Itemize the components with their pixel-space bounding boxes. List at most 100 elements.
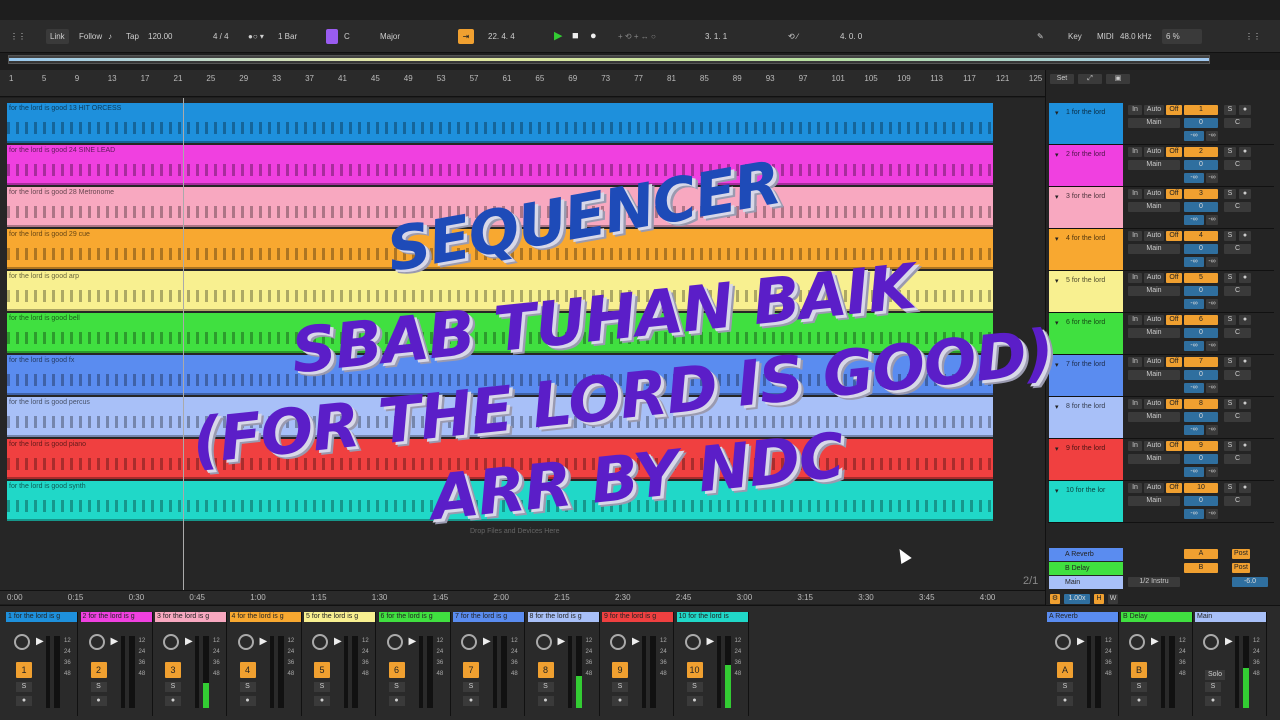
track-fold-icon[interactable]: ▾	[1055, 361, 1059, 369]
channel-play-icon[interactable]: ▶	[36, 636, 44, 647]
channel-arm-button[interactable]: ●	[686, 696, 703, 706]
crossfade-button[interactable]: C	[1224, 286, 1251, 296]
volume-fader[interactable]	[344, 636, 348, 708]
key-map-button[interactable]: Key	[1068, 29, 1082, 44]
arm-button[interactable]: ●	[1239, 399, 1251, 409]
crossfade-button[interactable]: C	[1224, 496, 1251, 506]
mixer-channel-strip[interactable]: 8 for the lord is g ▶ 8 S ● 12 24 36 48	[527, 612, 600, 716]
off-button[interactable]: Off	[1166, 273, 1182, 283]
arm-button[interactable]: ●	[1239, 231, 1251, 241]
channel-activator-button[interactable]: 8	[537, 662, 554, 678]
crossfade-button[interactable]: C	[1224, 160, 1251, 170]
return-track-header[interactable]: A Reverb A Post	[1048, 548, 1274, 562]
output-select[interactable]: Main	[1128, 496, 1180, 506]
pan-field[interactable]: 0	[1184, 244, 1218, 254]
track-header[interactable]: ▾ 6 for the lord In Auto Off 6 S ● Main -∞ 0 C -∞	[1048, 313, 1274, 355]
off-button[interactable]: Off	[1166, 147, 1182, 157]
channel-arm-button[interactable]: ●	[537, 696, 554, 706]
track-number-button[interactable]: 4	[1184, 231, 1218, 241]
pan-knob[interactable]	[312, 634, 328, 650]
off-button[interactable]: Off	[1166, 231, 1182, 241]
channel-activator-button[interactable]: B	[1131, 662, 1147, 678]
mixer-channel-strip[interactable]: 2 for the lord is g ▶ 2 S ● 12 24 36 48	[80, 612, 153, 716]
play-button[interactable]: ▶	[554, 29, 562, 44]
pan-knob[interactable]	[535, 634, 552, 650]
auto-button[interactable]: Auto	[1144, 105, 1164, 115]
mixer-channel-strip[interactable]: 3 for the lord is g ▶ 3 S ● 12 24 36 48	[155, 612, 227, 716]
output-select[interactable]: Main	[1128, 286, 1180, 296]
arm-button[interactable]: ●	[1239, 483, 1251, 493]
volume-fader[interactable]	[195, 636, 199, 708]
off-button[interactable]: Off	[1166, 315, 1182, 325]
arrangement-clip[interactable]: for the lord is good 13 HIT ORCESS	[7, 103, 993, 143]
track-fold-icon[interactable]: ▾	[1055, 403, 1059, 411]
set-button[interactable]: Set	[1050, 74, 1074, 84]
channel-activator-button[interactable]: 3	[165, 662, 181, 678]
channel-arm-button[interactable]: ●	[165, 696, 181, 706]
pan-knob[interactable]	[1203, 634, 1219, 650]
track-fold-icon[interactable]: ▾	[1055, 151, 1059, 159]
solo-button[interactable]: S	[1224, 483, 1236, 493]
volume-fader[interactable]	[1235, 636, 1239, 708]
solo-button[interactable]: S	[1224, 189, 1236, 199]
key-select[interactable]: C	[344, 29, 350, 44]
send-field[interactable]: -∞	[1206, 257, 1218, 267]
quantization-select[interactable]: 1 Bar	[278, 29, 297, 44]
overview-bar[interactable]	[8, 55, 1210, 64]
beat-ruler[interactable]: 1 5 9 13 17 21 25 29 33 37 41 45 49 53 57 61 65 69 73 77 81 8…	[0, 70, 1045, 97]
crossfade-button[interactable]: C	[1224, 370, 1251, 380]
arm-button[interactable]: ●	[1239, 273, 1251, 283]
channel-solo-button[interactable]: S	[314, 682, 330, 692]
channel-arm-button[interactable]: ●	[612, 696, 628, 706]
volume-fader[interactable]	[567, 636, 572, 708]
solo-button[interactable]: S	[1224, 399, 1236, 409]
auto-button[interactable]: Auto	[1144, 315, 1164, 325]
arrangement-icon[interactable]: ⇥	[458, 29, 474, 44]
pan-knob[interactable]	[610, 634, 626, 650]
channel-arm-button[interactable]: ●	[239, 696, 256, 706]
in-button[interactable]: In	[1128, 441, 1142, 451]
solo-button[interactable]: S	[1224, 315, 1236, 325]
solo-button[interactable]: S	[1224, 441, 1236, 451]
output-select[interactable]: Main	[1128, 370, 1180, 380]
arm-button[interactable]: ●	[1239, 147, 1251, 157]
volume-fader[interactable]	[418, 636, 423, 708]
volume-fader[interactable]	[642, 636, 646, 708]
channel-play-icon[interactable]: ▶	[1225, 636, 1233, 647]
arm-button[interactable]: ●	[1239, 105, 1251, 115]
pan-field[interactable]: 0	[1184, 118, 1218, 128]
channel-play-icon[interactable]: ▶	[707, 636, 715, 647]
arrangement-clip[interactable]: for the lord is good 29 cue	[7, 229, 993, 269]
channel-play-icon[interactable]: ▶	[185, 636, 193, 647]
return-letter[interactable]: A	[1184, 549, 1218, 559]
volume-field[interactable]: -∞	[1184, 173, 1204, 183]
midi-map-button[interactable]: MIDI	[1097, 29, 1114, 44]
in-button[interactable]: In	[1128, 105, 1142, 115]
send-field[interactable]: -∞	[1206, 509, 1218, 519]
pan-knob[interactable]	[1055, 634, 1071, 650]
channel-play-icon[interactable]: ▶	[334, 636, 342, 647]
post-button[interactable]: Post	[1232, 549, 1250, 559]
arrangement-clip[interactable]: for the lord is good 28 Metronome	[7, 187, 993, 227]
track-header[interactable]: ▾ 1 for the lord In Auto Off 1 S ● Main -∞ 0 C -∞	[1048, 103, 1274, 145]
pan-field[interactable]: 0	[1184, 286, 1218, 296]
output-select[interactable]: Main	[1128, 412, 1180, 422]
track-header[interactable]: ▾ 4 for the lord In Auto Off 4 S ● Main -∞ 0 C -∞	[1048, 229, 1274, 271]
channel-activator-button[interactable]: 4	[239, 662, 256, 678]
track-header[interactable]: ▾ 2 for the lord In Auto Off 2 S ● Main -∞ 0 C -∞	[1048, 145, 1274, 187]
pan-field[interactable]: 0	[1184, 496, 1218, 506]
off-button[interactable]: Off	[1166, 189, 1182, 199]
channel-solo-button[interactable]: S	[463, 682, 479, 692]
channel-solo-button[interactable]: S	[1131, 682, 1147, 692]
off-button[interactable]: Off	[1166, 105, 1182, 115]
channel-arm-button[interactable]: ●	[314, 696, 330, 706]
output-select[interactable]: Main	[1128, 244, 1180, 254]
channel-solo-button[interactable]: S	[537, 682, 554, 692]
crossfade-button[interactable]: C	[1224, 202, 1251, 212]
scale-select[interactable]: Major	[380, 29, 400, 44]
volume-field[interactable]: -∞	[1184, 509, 1204, 519]
solo-button[interactable]: S	[1224, 147, 1236, 157]
pan-field[interactable]: 0	[1184, 328, 1218, 338]
loop-toggle-icon[interactable]: ⟲ ∕	[788, 29, 798, 44]
mixer-channel-strip[interactable]: 9 for the lord is g ▶ 9 S ● 12 24 36 48	[602, 612, 674, 716]
